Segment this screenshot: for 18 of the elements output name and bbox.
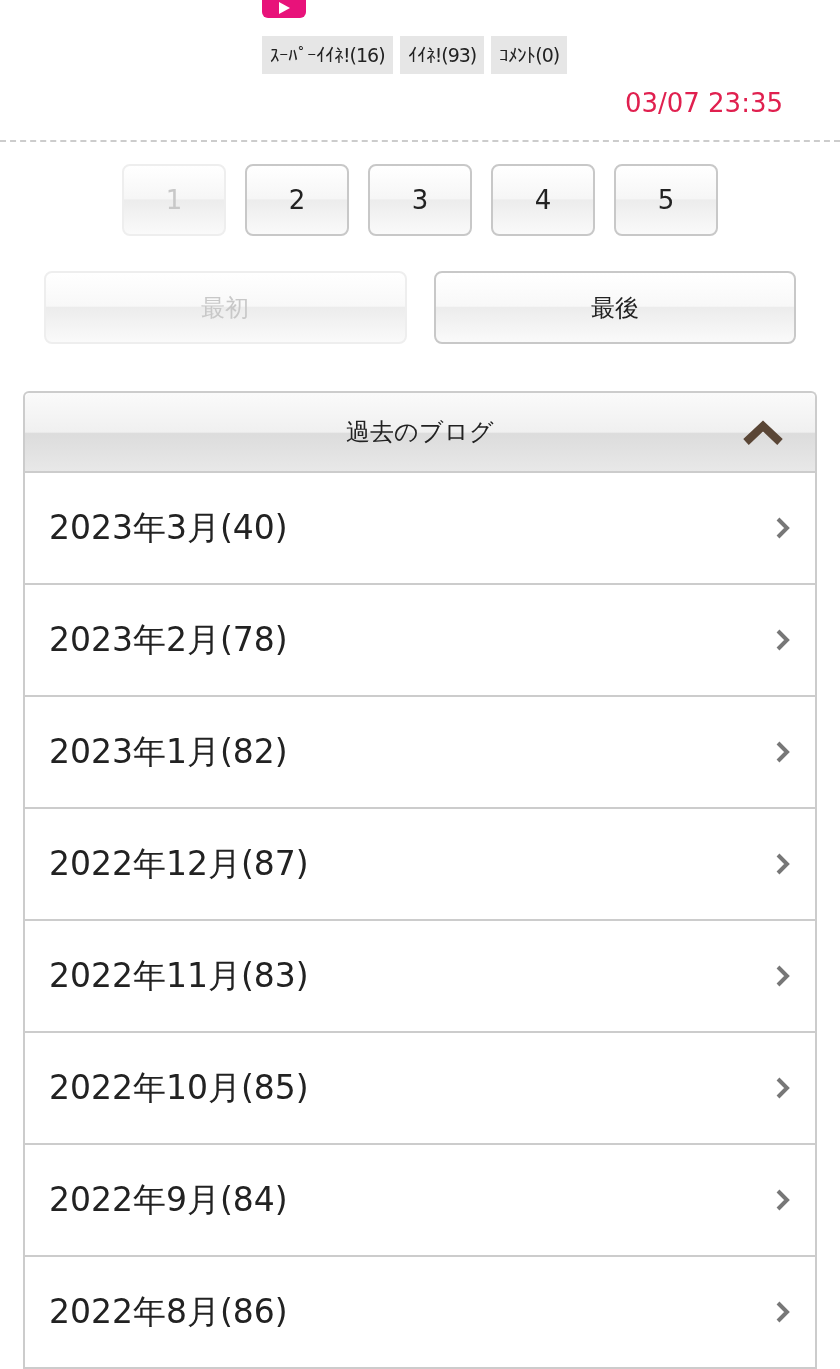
- chevron-right-icon: [775, 1300, 791, 1324]
- reaction-count: ｽｰﾊﾟｰｲｲﾈ!(16): [262, 36, 393, 74]
- chevron-right-icon: [775, 852, 791, 876]
- chevron-right-icon: [775, 964, 791, 988]
- page-button[interactable]: 4: [491, 164, 595, 236]
- last-page-button[interactable]: 最後: [433, 271, 796, 344]
- archive-header[interactable]: 過去のブログ: [25, 393, 815, 473]
- chevron-right-icon: [775, 1188, 791, 1212]
- chevron-right-icon: [775, 516, 791, 540]
- post-date: 03/07 23:35: [624, 88, 783, 118]
- chevron-right-icon: [775, 1076, 791, 1100]
- chevron-right-icon: [775, 740, 791, 764]
- reaction-count: ｲｲﾈ!(93): [399, 36, 485, 74]
- page-button[interactable]: 2: [245, 164, 349, 236]
- page-button[interactable]: 3: [368, 164, 472, 236]
- page-button[interactable]: 5: [614, 164, 718, 236]
- chevron-right-icon: [775, 628, 791, 652]
- reaction-count: ｺﾒﾝﾄ(0): [491, 36, 568, 74]
